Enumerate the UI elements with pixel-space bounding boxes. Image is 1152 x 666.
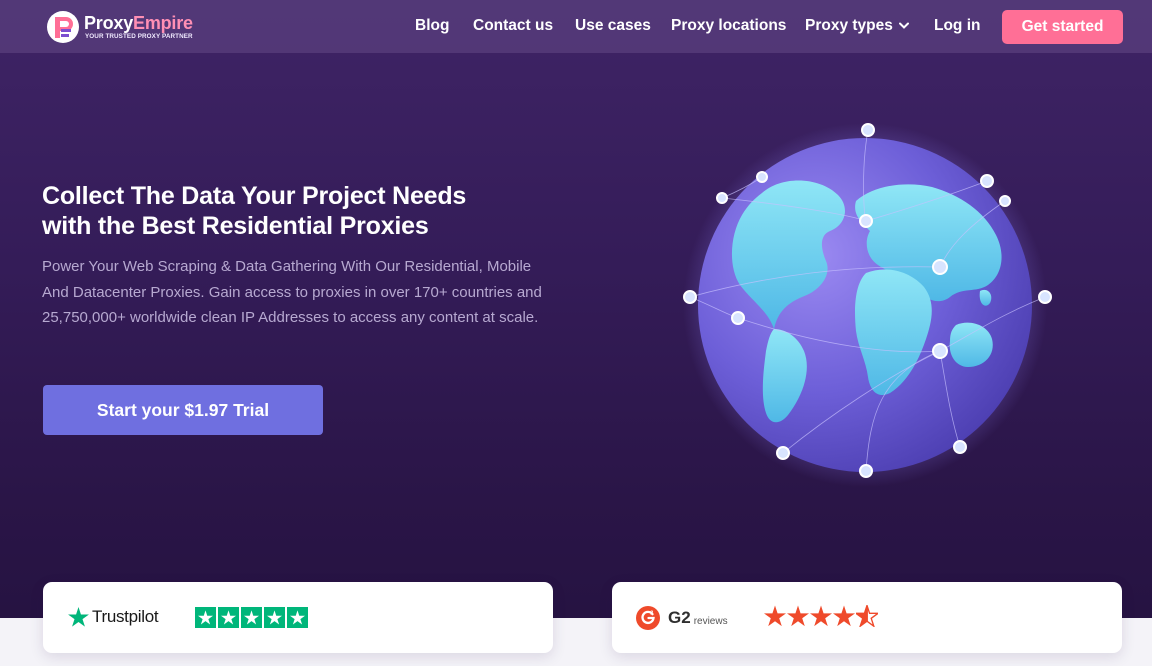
nav-use-cases[interactable]: Use cases [575, 17, 651, 35]
star-icon [195, 607, 216, 628]
nav-blog[interactable]: Blog [415, 17, 449, 35]
trustpilot-star-icon [68, 607, 89, 627]
hero-title-line-1: Collect The Data Your Project Needs [42, 182, 467, 210]
star-icon [287, 607, 308, 628]
star-icon [810, 605, 832, 627]
get-started-button[interactable]: Get started [1002, 10, 1123, 44]
site-header: ProxyEmpire YOUR TRUSTED PROXY PARTNER B… [0, 0, 1152, 53]
start-trial-button[interactable]: Start your $1.97 Trial [43, 385, 323, 435]
trustpilot-name: Trustpilot [92, 607, 159, 626]
star-icon [787, 605, 809, 627]
g2-name: G2 [668, 608, 691, 627]
star-icon [218, 607, 239, 628]
hero-subtitle: Power Your Web Scraping & Data Gathering… [42, 258, 542, 326]
brand-tagline: YOUR TRUSTED PROXY PARTNER [85, 33, 193, 40]
trustpilot-review-card[interactable]: Trustpilot [43, 582, 553, 653]
star-icon [264, 607, 285, 628]
star-icon [833, 605, 855, 627]
nav-proxy-types-label: Proxy types [805, 17, 893, 34]
trustpilot-logo: Trustpilot [68, 606, 159, 628]
brand-logo[interactable]: ProxyEmpire YOUR TRUSTED PROXY PARTNER [46, 10, 206, 44]
hero-title-line-2: with the Best Residential Proxies [42, 212, 429, 240]
star-icon [764, 605, 786, 627]
nav-contact-us[interactable]: Contact us [473, 17, 553, 35]
nav-proxy-types[interactable]: Proxy types [805, 17, 909, 35]
brand-name: ProxyEmpire [84, 13, 193, 33]
g2-review-card[interactable]: 2 G2 reviews [612, 582, 1122, 653]
g2-logo-icon: 2 [636, 606, 660, 630]
star-half-icon [856, 605, 878, 627]
globe-network-icon [670, 115, 1070, 495]
nav-proxy-locations[interactable]: Proxy locations [671, 17, 786, 35]
svg-text:2: 2 [650, 611, 653, 617]
proxyempire-logo-icon [47, 11, 79, 43]
nav-log-in[interactable]: Log in [934, 17, 981, 35]
g2-reviews-label: reviews [693, 615, 728, 627]
chevron-down-icon [898, 22, 909, 30]
star-icon [241, 607, 262, 628]
trustpilot-rating [195, 607, 310, 628]
g2-rating [764, 605, 879, 627]
hero-title: Collect The Data Your Project Needs with… [42, 181, 562, 241]
g2-logo: 2 G2 reviews [636, 606, 728, 630]
